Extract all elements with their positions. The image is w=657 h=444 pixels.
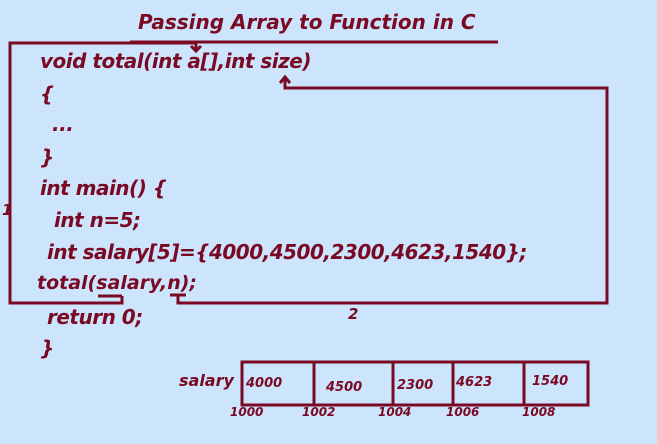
array-name-label: salary (179, 371, 234, 390)
address-3: 1006 (446, 405, 480, 419)
array-cell-4: 1540 (532, 374, 569, 389)
code-line-open-brace: { (40, 82, 54, 106)
array-cell-0: 4000 (246, 376, 283, 391)
address-0: 1000 (230, 405, 264, 419)
arrow-label-1: 1 (2, 201, 13, 219)
arrow-1-salary-to-a (8, 41, 198, 305)
code-line-main-close: } (40, 336, 54, 360)
code-line-close-brace: } (40, 145, 54, 169)
arrow-label-2: 2 (348, 305, 359, 323)
address-4: 1008 (522, 405, 556, 419)
array-cell-3: 4623 (456, 375, 493, 390)
code-line-ellipsis: ... (52, 112, 74, 136)
code-line-array-decl: int salary[5]={4000,4500,2300,4623,1540}… (47, 240, 527, 264)
code-line-main: int main() { (40, 176, 167, 200)
address-1: 1002 (302, 405, 336, 419)
array-cell-1: 4500 (326, 380, 363, 395)
address-2: 1004 (378, 405, 412, 419)
code-line-function-signature: void total(int a[],int size) (40, 49, 311, 73)
arrow-2-n-to-size (170, 78, 609, 305)
page-title: Passing Array to Function in C (138, 10, 476, 34)
code-line-n-decl: int n=5; (54, 208, 141, 232)
array-cell-2: 2300 (397, 378, 434, 393)
code-line-return: return 0; (47, 305, 143, 329)
code-line-function-call: total(salary,n); (37, 272, 198, 294)
